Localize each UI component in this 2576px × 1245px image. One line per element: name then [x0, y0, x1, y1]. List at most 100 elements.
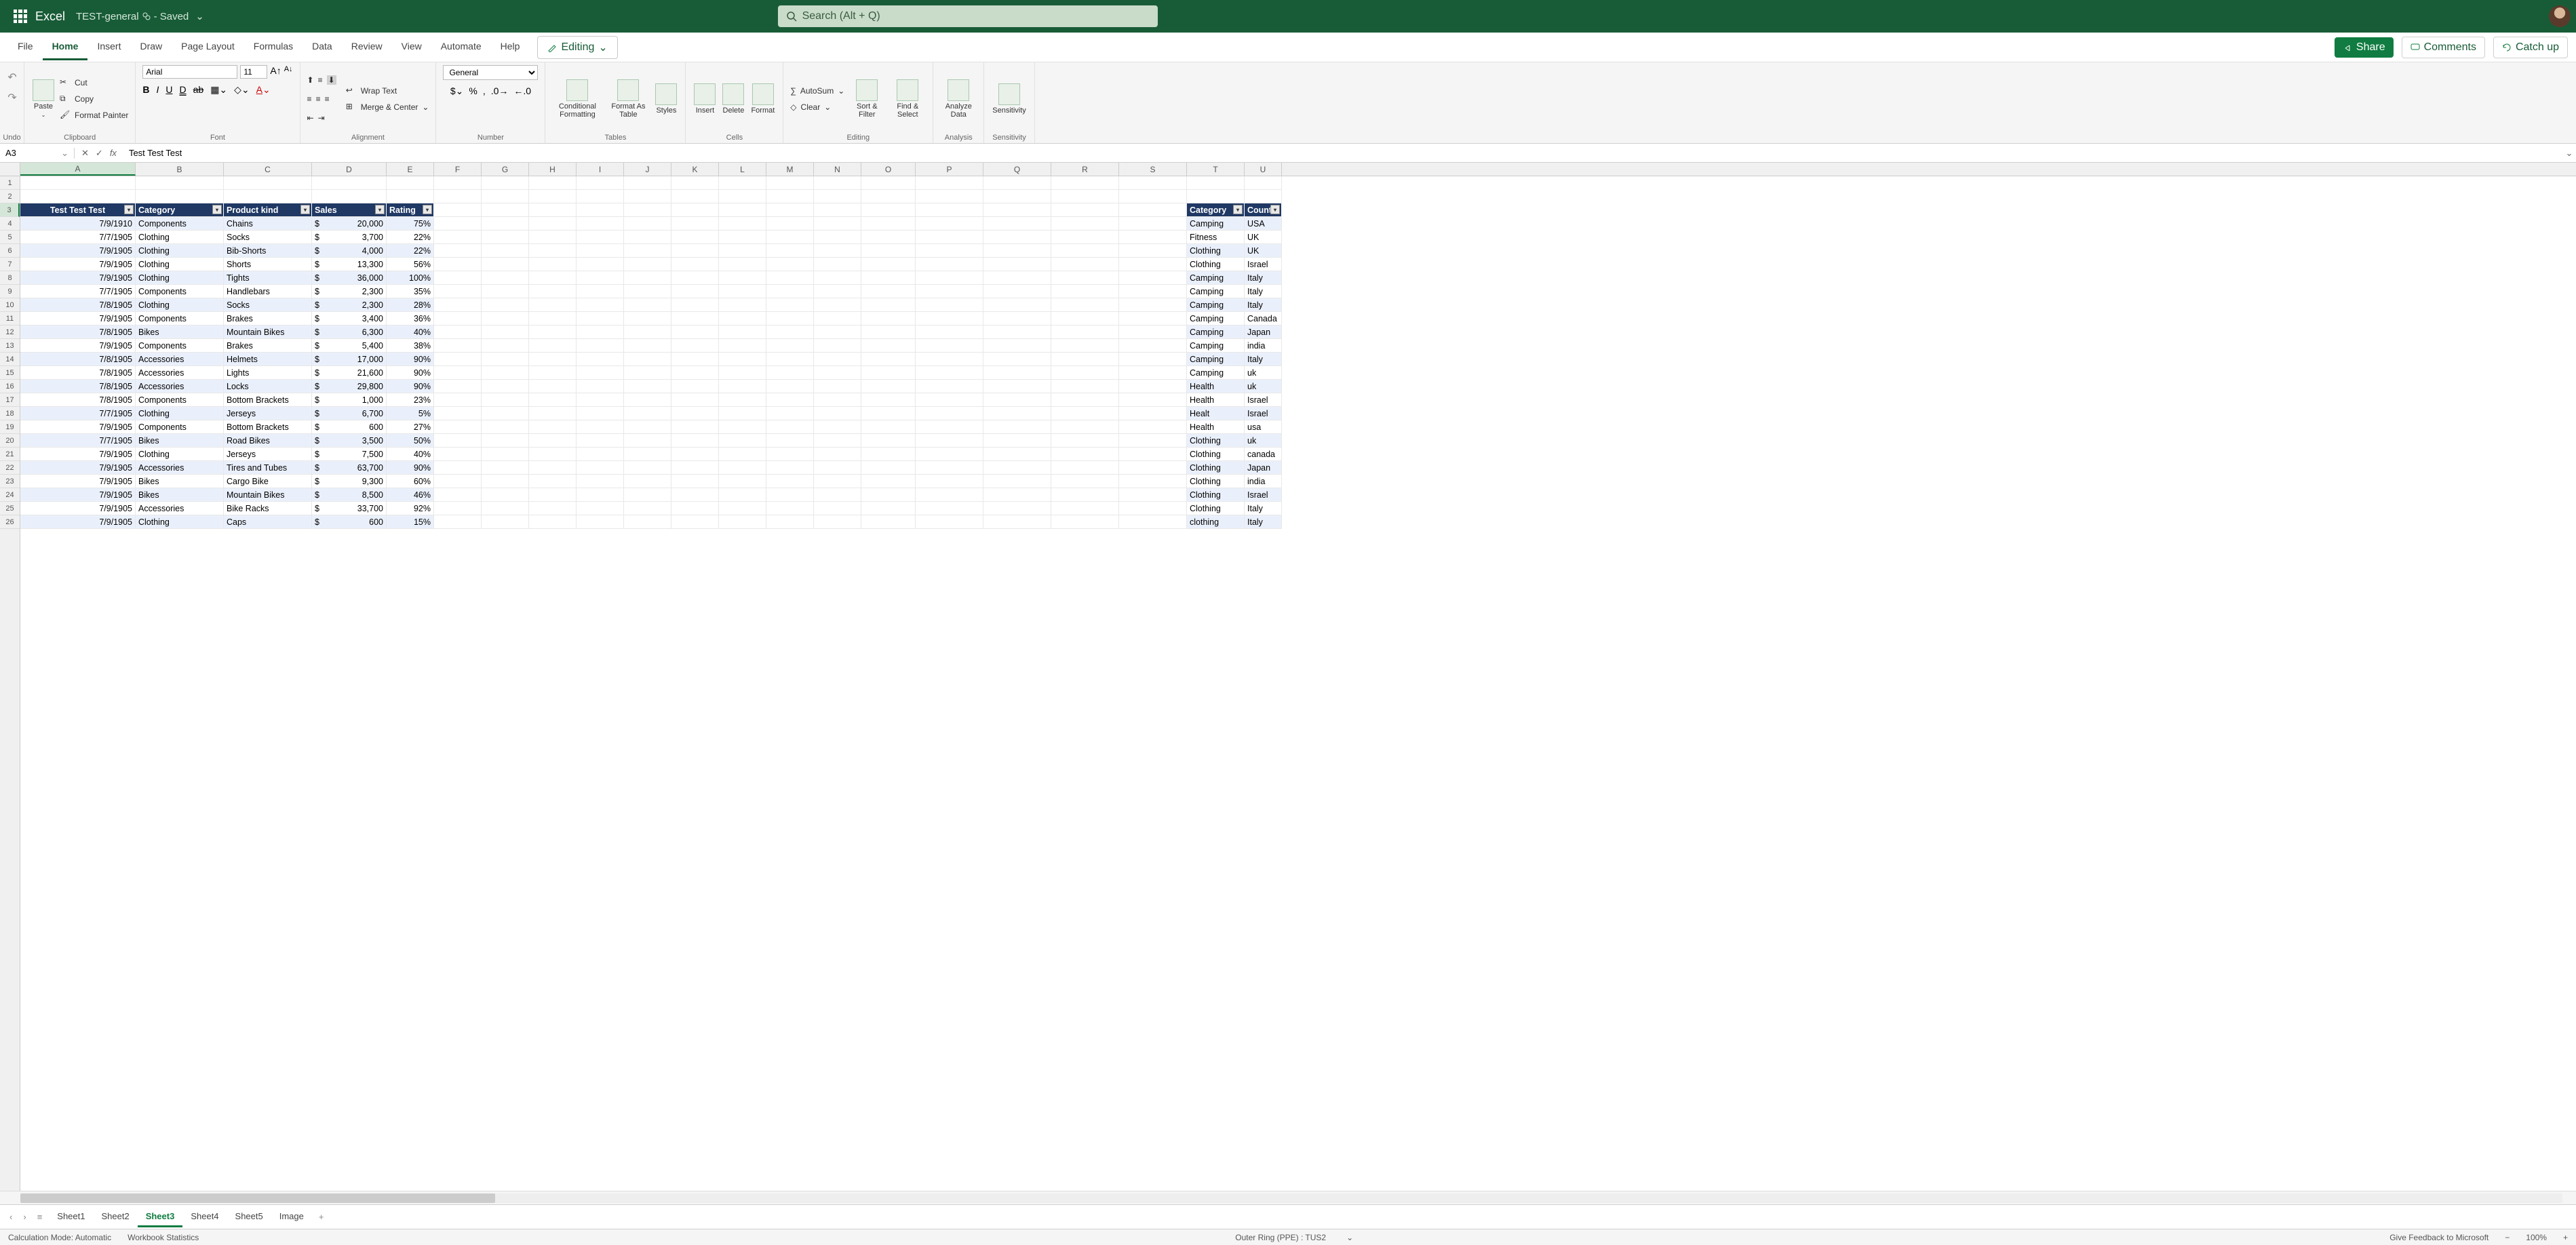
cell[interactable] [814, 190, 861, 203]
cell[interactable] [482, 488, 529, 502]
cell[interactable] [719, 231, 766, 244]
cell[interactable]: Israel [1245, 488, 1282, 502]
cell[interactable] [719, 325, 766, 339]
cell[interactable] [482, 244, 529, 258]
cell[interactable] [861, 312, 916, 325]
cell[interactable]: Israel [1245, 393, 1282, 407]
redo-icon[interactable]: ↷ [7, 91, 16, 104]
cell[interactable]: Mountain Bikes [224, 488, 312, 502]
cell[interactable]: Bikes [136, 488, 224, 502]
cell[interactable] [482, 393, 529, 407]
cell[interactable] [671, 190, 719, 203]
cell[interactable] [529, 515, 577, 529]
format-painter-button[interactable]: 🖌Format Painter [60, 108, 128, 122]
cell[interactable] [916, 190, 983, 203]
cell[interactable] [814, 285, 861, 298]
cell[interactable] [1051, 393, 1119, 407]
cell[interactable] [434, 515, 482, 529]
cell[interactable] [983, 339, 1051, 353]
cell[interactable]: $6,300 [312, 325, 387, 339]
cell[interactable] [766, 393, 814, 407]
cell[interactable] [1119, 271, 1187, 285]
cell[interactable]: 90% [387, 461, 434, 475]
cell[interactable]: Jerseys [224, 448, 312, 461]
cell[interactable] [1051, 366, 1119, 380]
cell[interactable]: Japan [1245, 325, 1282, 339]
cell[interactable] [671, 298, 719, 312]
cell[interactable] [529, 271, 577, 285]
cell[interactable] [577, 461, 624, 475]
column-header[interactable]: T [1187, 163, 1245, 176]
ribbon-tab-file[interactable]: File [8, 34, 43, 60]
cell[interactable] [861, 285, 916, 298]
cell[interactable] [434, 393, 482, 407]
cell[interactable]: $2,300 [312, 298, 387, 312]
cell[interactable]: $3,500 [312, 434, 387, 448]
cell[interactable] [814, 244, 861, 258]
cell[interactable] [719, 515, 766, 529]
cell[interactable] [719, 353, 766, 366]
cell[interactable] [861, 475, 916, 488]
name-box[interactable]: A3⌄ [0, 148, 75, 159]
cell[interactable] [1119, 258, 1187, 271]
cell[interactable] [577, 231, 624, 244]
cell[interactable] [814, 231, 861, 244]
cell[interactable] [1051, 434, 1119, 448]
double-underline-button[interactable]: D [180, 84, 187, 98]
cell[interactable] [671, 393, 719, 407]
cell[interactable] [1051, 475, 1119, 488]
cell[interactable] [624, 176, 671, 190]
cell[interactable] [1119, 244, 1187, 258]
cell[interactable]: Fitness [1187, 231, 1245, 244]
cell[interactable] [719, 393, 766, 407]
cell[interactable]: india [1245, 339, 1282, 353]
cell[interactable]: Clothing [1187, 488, 1245, 502]
fill-color-button[interactable]: ◇⌄ [234, 84, 250, 98]
cell[interactable] [861, 298, 916, 312]
cell[interactable] [434, 325, 482, 339]
cell[interactable] [916, 231, 983, 244]
cell[interactable]: 100% [387, 271, 434, 285]
cell[interactable]: Locks [224, 380, 312, 393]
cell[interactable] [577, 190, 624, 203]
cell[interactable]: Components [136, 420, 224, 434]
cell[interactable] [577, 353, 624, 366]
cell[interactable]: Caps [224, 515, 312, 529]
cell[interactable]: 7/8/1905 [20, 298, 136, 312]
cell[interactable]: Israel [1245, 407, 1282, 420]
cell[interactable] [766, 190, 814, 203]
cell[interactable] [482, 475, 529, 488]
cell[interactable] [814, 475, 861, 488]
cell[interactable]: canada [1245, 448, 1282, 461]
cell[interactable]: 7/7/1905 [20, 407, 136, 420]
cell[interactable] [916, 502, 983, 515]
cell[interactable] [814, 502, 861, 515]
cell[interactable] [434, 271, 482, 285]
cell[interactable] [529, 312, 577, 325]
cell[interactable] [983, 298, 1051, 312]
cell[interactable] [482, 271, 529, 285]
column-header[interactable]: N [814, 163, 861, 176]
column-header[interactable]: K [671, 163, 719, 176]
sheet-tab[interactable]: Sheet3 [138, 1207, 183, 1227]
percent-button[interactable]: % [469, 85, 477, 99]
column-header[interactable]: C [224, 163, 312, 176]
cell[interactable] [766, 339, 814, 353]
cell[interactable] [434, 258, 482, 271]
filter-dropdown-icon[interactable]: ▾ [212, 205, 222, 214]
underline-button[interactable]: U [165, 84, 172, 98]
cell[interactable] [577, 448, 624, 461]
cell[interactable]: Canada [1245, 312, 1282, 325]
font-name-combo[interactable] [142, 65, 237, 79]
insert-cells-button[interactable]: Insert [692, 82, 717, 116]
cell[interactable]: Accessories [136, 366, 224, 380]
sheet-nav-next-icon[interactable]: › [19, 1212, 30, 1222]
cell[interactable] [482, 258, 529, 271]
cell[interactable]: Clothing [1187, 461, 1245, 475]
cell[interactable] [1051, 515, 1119, 529]
cell[interactable]: $3,400 [312, 312, 387, 325]
user-avatar[interactable] [2549, 5, 2571, 27]
cell[interactable] [861, 434, 916, 448]
cell[interactable] [434, 312, 482, 325]
cell[interactable]: 7/9/1905 [20, 420, 136, 434]
